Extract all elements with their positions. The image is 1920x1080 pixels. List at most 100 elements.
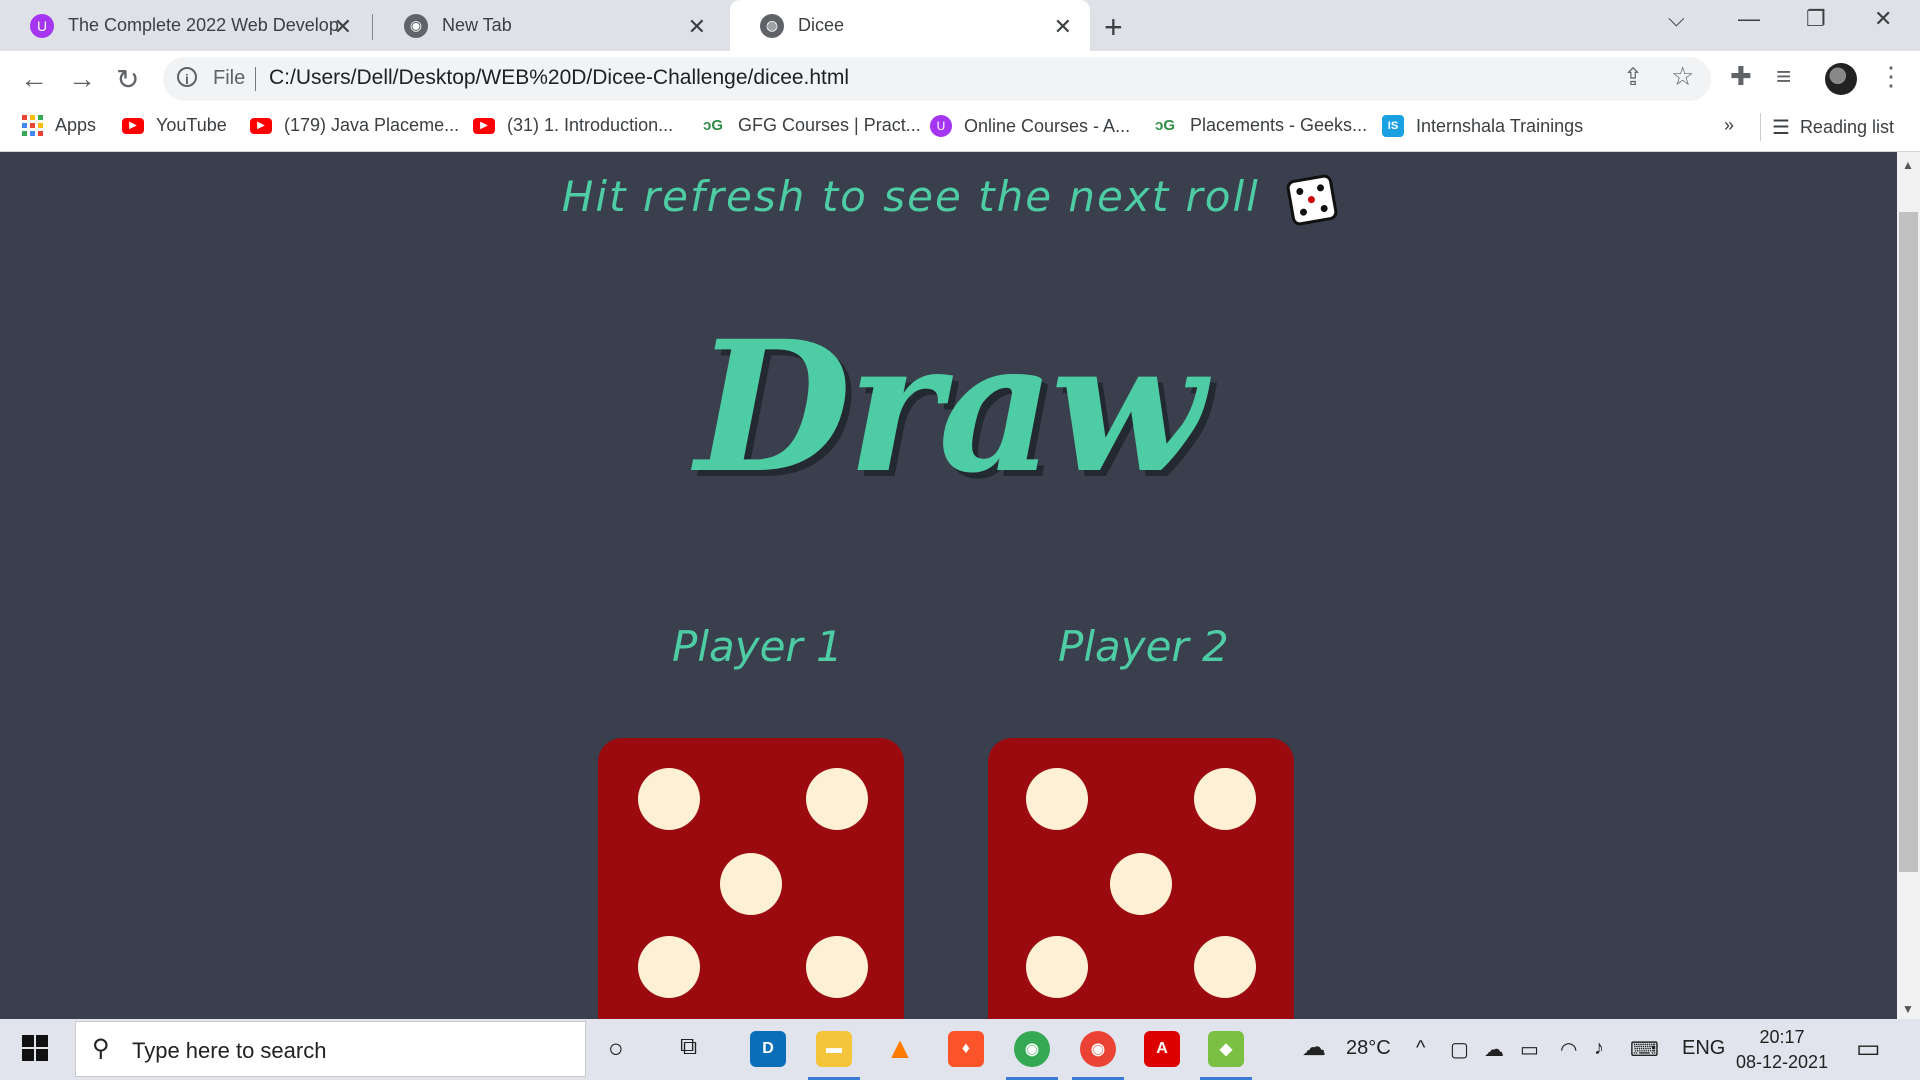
tab-search-chevron-icon[interactable]: ⌵: [1668, 6, 1685, 32]
weather-temp[interactable]: 28°C: [1346, 1037, 1391, 1060]
address-bar[interactable]: i File C:/Users/Dell/Desktop/WEB%20D/Dic…: [163, 57, 1711, 101]
chrome-icon: ◉: [404, 13, 428, 38]
scrollbar-thumb[interactable]: [1899, 212, 1918, 872]
battery-icon[interactable]: ▭: [1520, 1037, 1539, 1062]
dell-app-icon[interactable]: D: [750, 1031, 786, 1067]
scheme-label: File: [213, 67, 246, 89]
die-pip: [720, 853, 782, 915]
bookmark-label: YouTube: [156, 115, 227, 135]
gfg-icon: ↄG: [702, 117, 723, 134]
bookmark-apps[interactable]: Apps: [22, 115, 96, 136]
extensions-icon[interactable]: ✚: [1730, 61, 1752, 92]
player-2-label: Player 2: [1058, 622, 1229, 671]
die-pip: [806, 936, 868, 998]
die-pip: [1026, 768, 1088, 830]
reading-list-button[interactable]: ☰ Reading list: [1772, 115, 1894, 140]
clock-time: 20:17: [1759, 1027, 1805, 1047]
bookmark-label: Online Courses - A...: [964, 115, 1131, 136]
youtube-icon: ▶: [473, 117, 495, 134]
die-pip: [638, 936, 700, 998]
close-tab-icon[interactable]: ✕: [334, 14, 352, 40]
file-explorer-icon[interactable]: ▬: [816, 1031, 852, 1067]
scroll-down-arrow-icon[interactable]: ▼: [1902, 1002, 1914, 1016]
weather-icon[interactable]: ☁: [1302, 1033, 1326, 1062]
tab-divider: [372, 14, 373, 40]
cortana-icon[interactable]: ○: [608, 1033, 624, 1064]
reading-list-label: Reading list: [1799, 117, 1894, 137]
search-icon: ⚲: [92, 1035, 110, 1062]
die-pip: [1194, 936, 1256, 998]
taskbar-search[interactable]: ⚲ Type here to search: [75, 1021, 586, 1077]
bookmarks-overflow-button[interactable]: »: [1724, 115, 1734, 136]
browser-toolbar: ← → ↻ i File C:/Users/Dell/Desktop/WEB%2…: [0, 51, 1920, 105]
die-pip: [638, 768, 700, 830]
acrobat-icon[interactable]: A: [1144, 1031, 1180, 1067]
tab-web-developer-course[interactable]: U The Complete 2022 Web Develop ✕: [0, 0, 370, 51]
wifi-icon[interactable]: ◠: [1560, 1037, 1577, 1062]
url-text[interactable]: C:/Users/Dell/Desktop/WEB%20D/Dicee-Chal…: [269, 66, 849, 90]
vlc-icon[interactable]: ▲: [882, 1031, 918, 1067]
show-hidden-icons-icon[interactable]: ^: [1416, 1037, 1425, 1060]
reading-list-icon: ☰: [1772, 117, 1790, 139]
menu-icon[interactable]: ⋮: [1878, 61, 1904, 92]
onedrive-icon[interactable]: ☁: [1484, 1037, 1504, 1062]
windows-start-icon[interactable]: [22, 1035, 48, 1061]
bookmark-label: GFG Courses | Pract...: [738, 115, 921, 135]
minimize-button[interactable]: —: [1738, 6, 1760, 32]
task-view-icon[interactable]: ⧉: [680, 1033, 697, 1061]
tab-title: Dicee: [798, 15, 845, 35]
tab-strip: U The Complete 2022 Web Develop ✕ ◉ New …: [0, 0, 1920, 51]
windows-taskbar: ⚲ Type here to search ○ ⧉ D ▬ ▲ ♦ ◉ ◉ A …: [0, 1019, 1920, 1080]
bookmark-label: (179) Java Placeme...: [284, 115, 460, 135]
udemy-icon: U: [930, 115, 952, 137]
bookmark-online-courses[interactable]: U Online Courses - A...: [930, 115, 1130, 137]
tab-title: The Complete 2022 Web Develop: [68, 15, 339, 35]
tab-title: New Tab: [442, 15, 512, 35]
internshala-icon: IS: [1382, 115, 1404, 137]
taskbar-clock[interactable]: 20:17 08-12-2021: [1736, 1025, 1828, 1075]
die-pip: [806, 768, 868, 830]
language-indicator[interactable]: ENG: [1682, 1037, 1725, 1060]
bookmark-placements-geeks[interactable]: ↄG Placements - Geeks...: [1152, 115, 1367, 136]
bookmark-label: Placements - Geeks...: [1190, 115, 1368, 135]
bookmark-internshala[interactable]: IS Internshala Trainings: [1382, 115, 1583, 137]
close-tab-icon[interactable]: ✕: [1054, 14, 1072, 40]
bookmark-label: (31) 1. Introduction...: [507, 115, 674, 135]
bookmark-introduction[interactable]: ▶ (31) 1. Introduction...: [473, 115, 673, 136]
media-control-icon[interactable]: ≡: [1776, 61, 1791, 92]
reload-icon[interactable]: ↻: [116, 63, 139, 96]
close-tab-icon[interactable]: ✕: [688, 14, 706, 40]
close-window-button[interactable]: ✕: [1874, 6, 1892, 32]
bookmarks-divider: [1760, 113, 1761, 141]
tab-new-tab[interactable]: ◉ New Tab ✕: [374, 0, 724, 51]
clock-date: 08-12-2021: [1736, 1052, 1829, 1072]
notifications-icon[interactable]: ▭: [1856, 1033, 1881, 1064]
app-icon[interactable]: ◆: [1208, 1031, 1244, 1067]
search-placeholder: Type here to search: [132, 1038, 327, 1063]
tab-dicee[interactable]: ◍ Dicee ✕: [730, 0, 1090, 51]
site-info-icon[interactable]: i: [177, 67, 197, 87]
share-icon[interactable]: ⇪: [1623, 63, 1643, 92]
bookmark-youtube[interactable]: ▶ YouTube: [122, 115, 227, 136]
die-pip: [1026, 936, 1088, 998]
player-2-die: [988, 738, 1294, 1019]
brave-icon[interactable]: ♦: [948, 1031, 984, 1067]
bookmark-gfg-courses[interactable]: ↄG GFG Courses | Pract...: [700, 115, 921, 136]
back-icon[interactable]: ←: [20, 63, 48, 95]
gfg-icon: ↄG: [1154, 117, 1175, 134]
bookmark-star-icon[interactable]: ☆: [1671, 61, 1694, 92]
chrome-profile-icon[interactable]: ◉: [1080, 1031, 1116, 1067]
keyboard-icon[interactable]: ⌨: [1630, 1037, 1659, 1062]
die-pip: [1110, 853, 1172, 915]
meet-now-icon[interactable]: ▢: [1450, 1037, 1469, 1062]
volume-icon[interactable]: ♪: [1594, 1037, 1604, 1060]
bookmark-java-placement[interactable]: ▶ (179) Java Placeme...: [250, 115, 459, 136]
forward-icon[interactable]: →: [68, 63, 96, 95]
restore-button[interactable]: ❐: [1806, 6, 1826, 32]
new-tab-button[interactable]: +: [1104, 9, 1123, 46]
scroll-up-arrow-icon[interactable]: ▲: [1902, 158, 1914, 172]
result-title: Draw: [695, 302, 1206, 513]
refresh-hint: Hit refresh to see the next roll: [0, 172, 1897, 227]
chrome-taskbar-icon[interactable]: ◉: [1014, 1031, 1050, 1067]
profile-avatar[interactable]: [1825, 63, 1857, 95]
